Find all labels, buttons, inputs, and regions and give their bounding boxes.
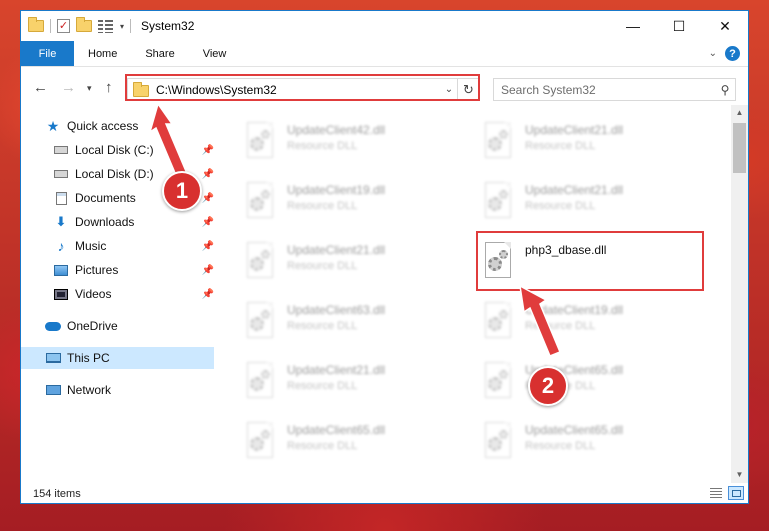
arrow-2 [519,284,561,357]
arrow-1 [148,102,189,181]
step-badge-2: 2 [528,366,568,406]
annotation-arrows [148,102,561,357]
step-badge-1: 1 [162,171,202,211]
